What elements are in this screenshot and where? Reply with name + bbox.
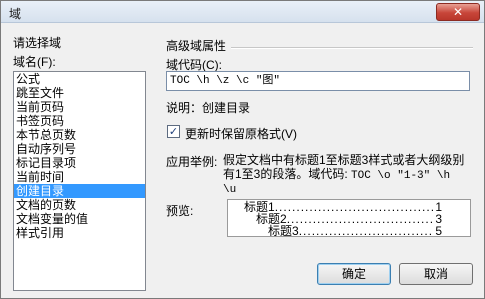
- field-names-list[interactable]: 公式 跳至文件 当前页码 书签页码 本节总页数 自动序列号 标记目录项 当前时间…: [13, 71, 146, 291]
- list-item[interactable]: 自动序列号: [14, 142, 145, 156]
- title-bar: 域 ✕: [1, 1, 484, 23]
- close-icon: ✕: [452, 5, 464, 19]
- example-text: 假定文档中有标题1至标题3样式或者大纲级别 有1至3的段落。域代码: TOC \…: [223, 153, 478, 197]
- ok-button[interactable]: 确定: [317, 263, 391, 285]
- cancel-button[interactable]: 取消: [399, 263, 473, 285]
- preserve-format-checkbox[interactable]: ✓: [167, 125, 180, 138]
- toc-page-number: 5: [435, 224, 442, 237]
- example-code-1: TOC \o "1-3" \h: [351, 170, 451, 182]
- field-code-input[interactable]: TOC \h \z \c "图": [166, 71, 470, 91]
- list-item[interactable]: 当前时间: [14, 170, 145, 184]
- list-item[interactable]: 当前页码: [14, 100, 145, 114]
- example-line-2-text: 有1至3的段落。域代码:: [223, 167, 352, 181]
- advanced-properties-label: 高级域属性: [166, 39, 227, 53]
- example-line-1: 假定文档中有标题1至标题3样式或者大纲级别: [223, 153, 465, 167]
- example-label: 应用举例:: [166, 155, 218, 169]
- dialog-title: 域: [9, 7, 22, 21]
- toc-leader-dots: ........................................…: [286, 213, 434, 225]
- list-item[interactable]: 文档的页数: [14, 198, 145, 212]
- list-item-selected[interactable]: 创建目录: [14, 184, 145, 198]
- list-item[interactable]: 书签页码: [14, 114, 145, 128]
- select-field-label: 请选择域: [13, 36, 62, 50]
- toc-leader-dots: ........................................…: [298, 225, 434, 237]
- toc-title: 标题3: [268, 224, 299, 237]
- preview-label: 预览:: [166, 204, 194, 218]
- checkmark-icon: ✓: [168, 125, 179, 138]
- field-dialog: 域 ✕ 请选择域 域名(F): 公式 跳至文件 当前页码 书签页码 本节总页数 …: [0, 0, 485, 299]
- description-text: 说明：创建目录: [166, 101, 251, 115]
- list-item[interactable]: 标记目录项: [14, 156, 145, 170]
- close-button[interactable]: ✕: [436, 3, 480, 21]
- preview-box: 标题1 ....................................…: [227, 199, 471, 237]
- list-item[interactable]: 本节总页数: [14, 128, 145, 142]
- list-item[interactable]: 公式: [14, 72, 145, 86]
- list-item[interactable]: 样式引用: [14, 226, 145, 240]
- section-divider: [231, 47, 473, 49]
- list-item[interactable]: 文档变量的值: [14, 212, 145, 226]
- field-names-label: 域名(F):: [13, 55, 56, 69]
- toc-line-3: 标题3 ....................................…: [268, 224, 442, 237]
- example-code-2: \u: [223, 184, 237, 196]
- list-item[interactable]: 跳至文件: [14, 86, 145, 100]
- preserve-format-label: 更新时保留原格式(V): [185, 127, 297, 141]
- example-line-2: 有1至3的段落。域代码: TOC \o "1-3" \h: [223, 167, 478, 183]
- toc-leader-dots: ........................................…: [274, 201, 434, 213]
